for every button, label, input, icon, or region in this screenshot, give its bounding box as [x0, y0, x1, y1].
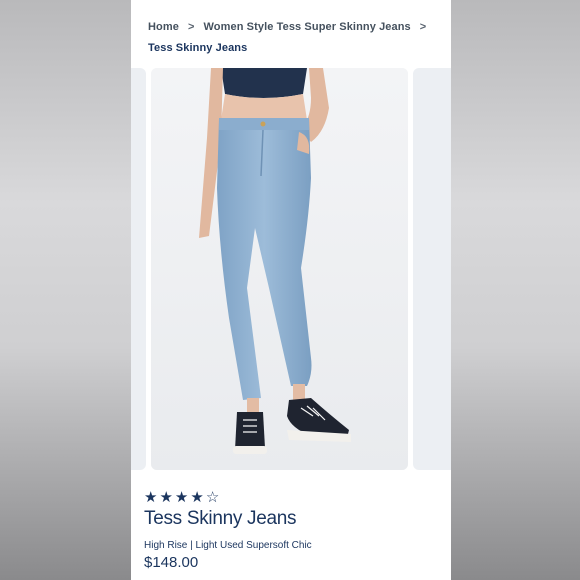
breadcrumb-separator-icon: >	[419, 21, 427, 33]
product-image-carousel[interactable]	[131, 68, 451, 470]
product-price: $148.00	[144, 554, 199, 571]
product-subtitle: High Rise | Light Used Supersoft Chic	[144, 540, 312, 551]
breadcrumb: Home > Women Style Tess Super Skinny Jea…	[148, 20, 448, 54]
next-image-slide[interactable]	[413, 68, 451, 470]
product-main-image[interactable]	[151, 68, 408, 470]
product-title: Tess Skinny Jeans	[144, 508, 297, 529]
star-filled-icon: ★	[190, 489, 204, 506]
star-filled-icon: ★	[144, 489, 158, 506]
jeans-model-image	[151, 68, 408, 470]
star-filled-icon: ★	[174, 489, 189, 506]
blurred-background-left	[0, 0, 131, 580]
star-filled-icon: ★	[159, 489, 173, 506]
breadcrumb-home-link[interactable]: Home	[148, 21, 179, 33]
breadcrumb-current[interactable]: Tess Skinny Jeans	[148, 42, 448, 54]
star-empty-icon: ☆	[205, 489, 220, 506]
product-page: Home > Women Style Tess Super Skinny Jea…	[131, 0, 451, 580]
star-rating[interactable]: ★ ★ ★ ★ ☆	[144, 490, 219, 506]
breadcrumb-separator-icon: >	[187, 21, 195, 33]
blurred-background-right	[451, 0, 580, 580]
previous-image-slide[interactable]	[131, 68, 146, 470]
breadcrumb-category-link[interactable]: Women Style Tess Super Skinny Jeans	[204, 21, 411, 33]
